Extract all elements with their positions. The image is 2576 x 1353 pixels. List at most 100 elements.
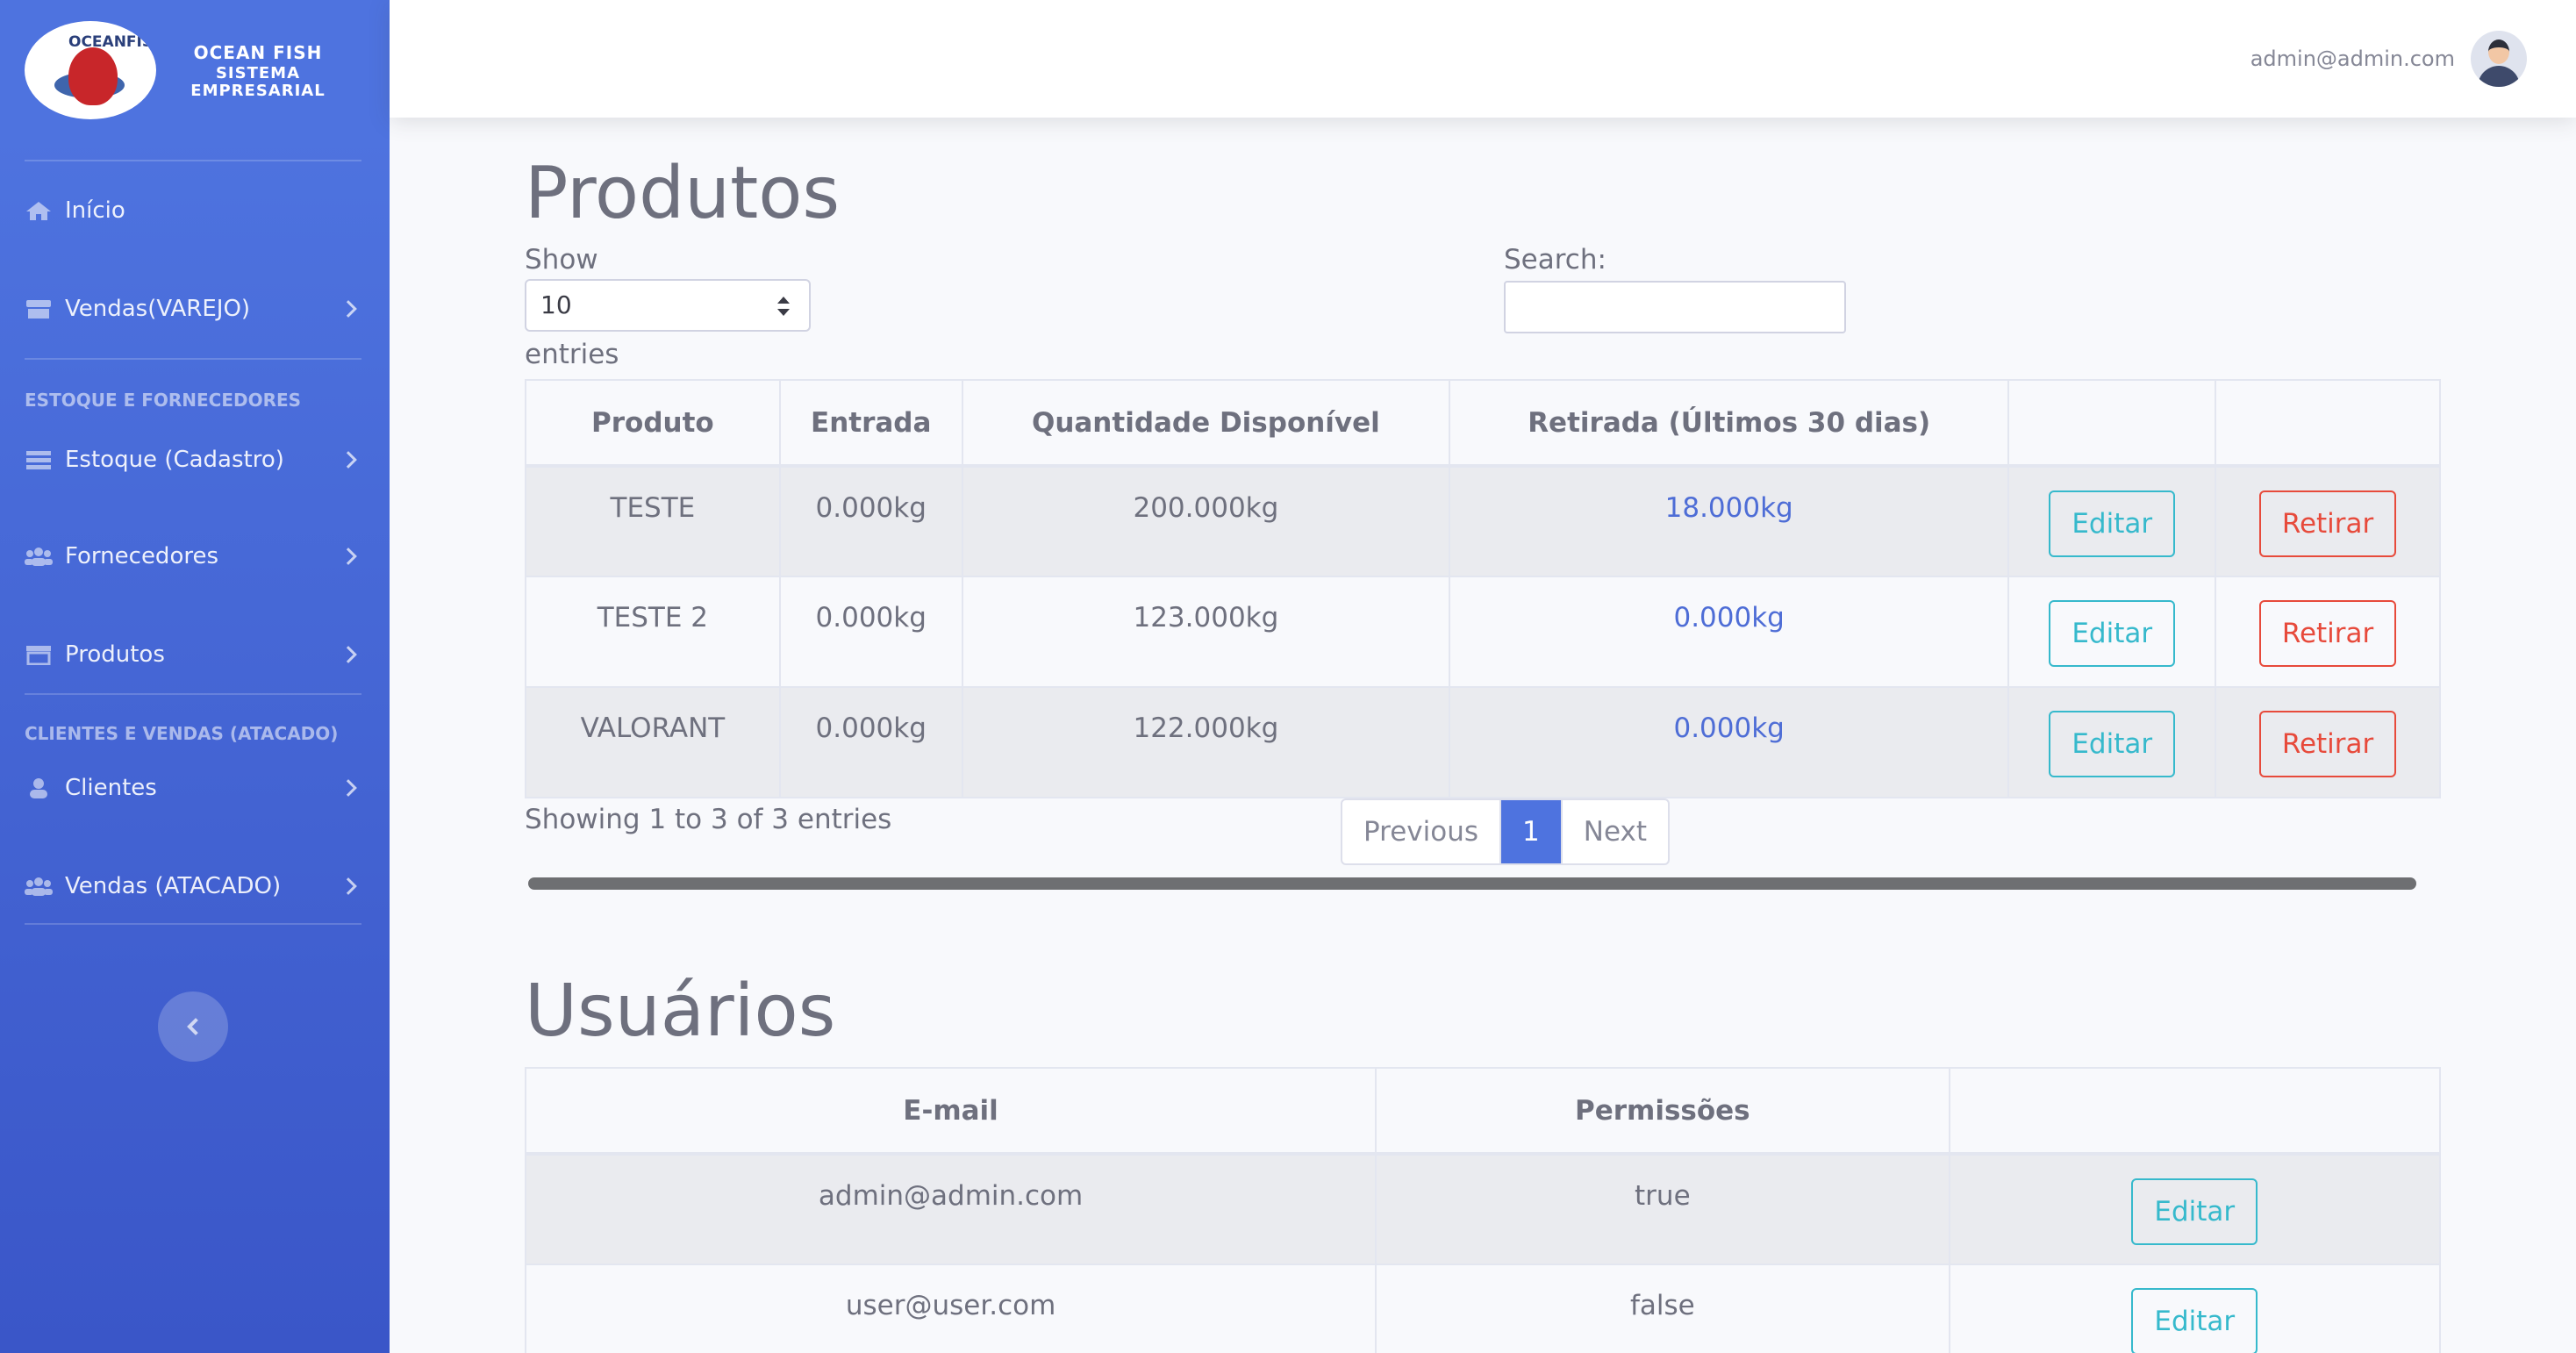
sidebar-divider [25, 923, 361, 925]
table-row: TESTE 2 0.000kg 123.000kg 0.000kg Editar… [525, 576, 2441, 688]
main-content: Produtos Show 10 entries Search: Produto… [524, 118, 2442, 1353]
cell-edit: Editar [2007, 686, 2217, 798]
sidebar-divider [25, 358, 361, 360]
sidebar-item-label: Vendas(VAREJO) [65, 296, 251, 322]
cell-disponivel: 122.000kg [961, 686, 1451, 798]
cell-edit: Editar [1948, 1153, 2442, 1265]
table-row: admin@admin.com true Editar [524, 1153, 2442, 1265]
cell-disponivel: 200.000kg [961, 465, 1451, 577]
column-header [1948, 1067, 2442, 1156]
user-icon [30, 778, 47, 798]
avatar[interactable] [2471, 31, 2527, 87]
column-header[interactable]: Produto [525, 379, 781, 468]
topbar: admin@admin.com [390, 0, 2576, 118]
edit-button[interactable]: Editar [2131, 1288, 2258, 1353]
table-footer: Showing 1 to 3 of 3 entries Previous 1 N… [525, 798, 2441, 890]
chevron-right-icon [340, 451, 357, 469]
cell-perm: true [1375, 1153, 1950, 1265]
sort-down-icon [777, 309, 790, 316]
brand-logo: OCEANFISH [25, 21, 156, 119]
show-label: Show [525, 244, 598, 276]
table-controls: Show 10 entries Search: [525, 230, 2441, 379]
cell-edit: Editar [2007, 576, 2217, 688]
edit-button[interactable]: Editar [2049, 711, 2176, 777]
edit-button[interactable]: Editar [2049, 600, 2176, 667]
sidebar-item-label: Clientes [65, 775, 157, 801]
chevron-right-icon [340, 646, 357, 663]
home-icon [26, 202, 51, 220]
cell-retirar: Retirar [2215, 465, 2441, 577]
page-1-button[interactable]: 1 [1501, 800, 1561, 863]
usuarios-table: E-mail Permissões admin@admin.com true E… [524, 1067, 2442, 1353]
column-header[interactable]: Quantidade Disponível [961, 379, 1451, 468]
cell-email: user@user.com [524, 1264, 1377, 1353]
sidebar-item-label: Início [65, 197, 125, 224]
column-header: E-mail [524, 1067, 1377, 1156]
sidebar: OCEANFISH OCEAN FISH SISTEMA EMPRESARIAL… [0, 0, 390, 1353]
cell-retirar: Retirar [2215, 686, 2441, 798]
store-icon [26, 646, 51, 665]
cell-entrada: 0.000kg [778, 576, 963, 688]
cell-edit: Editar [1948, 1264, 2442, 1353]
section-title-usuarios: Usuários [525, 970, 836, 1053]
retirar-button[interactable]: Retirar [2258, 490, 2397, 557]
sidebar-heading-stock: ESTOQUE E FORNECEDORES [25, 390, 302, 411]
edit-button[interactable]: Editar [2049, 490, 2176, 557]
sidebar-item-inicio[interactable]: Início [0, 161, 390, 260]
pagination: Previous 1 Next [1341, 798, 1670, 865]
cell-perm: false [1375, 1264, 1950, 1353]
search-label: Search: [1504, 244, 1606, 276]
table-row: VALORANT 0.000kg 122.000kg 0.000kg Edita… [525, 686, 2441, 798]
cell-produto: TESTE [525, 465, 781, 577]
sidebar-item-fornecedores[interactable]: Fornecedores [0, 507, 390, 605]
sidebar-item-clientes[interactable]: Clientes [0, 739, 390, 837]
cell-retirada[interactable]: 0.000kg [1449, 576, 2010, 688]
sidebar-divider [25, 693, 361, 695]
sidebar-item-estoque[interactable]: Estoque (Cadastro) [0, 411, 390, 509]
brand[interactable]: OCEANFISH OCEAN FISH SISTEMA EMPRESARIAL [0, 0, 390, 140]
page-title: Produtos [525, 152, 841, 235]
sidebar-heading-clients: CLIENTES E VENDAS (ATACADO) [25, 723, 339, 744]
column-header[interactable]: Retirada (Últimos 30 dias) [1449, 379, 2010, 468]
sidebar-item-produtos[interactable]: Produtos [0, 605, 390, 704]
cell-entrada: 0.000kg [778, 465, 963, 577]
sidebar-item-vendas-atacado[interactable]: Vendas (ATACADO) [0, 837, 390, 935]
cell-produto: TESTE 2 [525, 576, 781, 688]
cell-entrada: 0.000kg [778, 686, 963, 798]
sidebar-item-label: Fornecedores [65, 543, 219, 569]
retirar-button[interactable]: Retirar [2258, 600, 2397, 667]
chevron-right-icon [340, 779, 357, 797]
cell-produto: VALORANT [525, 686, 781, 798]
cell-retirar: Retirar [2215, 576, 2441, 688]
horizontal-scrollbar[interactable] [528, 877, 2416, 890]
sidebar-toggle-button[interactable] [158, 991, 228, 1062]
sidebar-item-vendas-varejo[interactable]: Vendas(VAREJO) [0, 260, 390, 358]
cell-disponivel: 123.000kg [961, 576, 1451, 688]
column-header[interactable]: Entrada [778, 379, 963, 468]
users-icon [25, 877, 53, 896]
cell-edit: Editar [2007, 465, 2217, 577]
brand-logo-text: OCEANFISH [68, 33, 156, 51]
next-page-button[interactable]: Next [1560, 800, 1668, 863]
column-header: Permissões [1375, 1067, 1950, 1156]
users-icon [25, 548, 53, 566]
user-email[interactable]: admin@admin.com [2250, 47, 2455, 71]
chevron-right-icon [340, 548, 357, 565]
list-icon [26, 451, 51, 469]
store-icon [26, 300, 51, 319]
page-size-select[interactable]: 10 [525, 279, 811, 332]
cell-retirada[interactable]: 18.000kg [1449, 465, 2010, 577]
chevron-left-icon [187, 1018, 204, 1035]
table-row: user@user.com false Editar [524, 1264, 2442, 1353]
brand-name: OCEAN FISH SISTEMA EMPRESARIAL [190, 42, 326, 100]
sidebar-item-label: Estoque (Cadastro) [65, 447, 284, 473]
cell-email: admin@admin.com [524, 1153, 1377, 1265]
edit-button[interactable]: Editar [2131, 1178, 2258, 1245]
search-input[interactable] [1504, 281, 1846, 333]
previous-page-button[interactable]: Previous [1342, 800, 1502, 863]
sidebar-item-label: Vendas (ATACADO) [65, 873, 282, 899]
retirar-button[interactable]: Retirar [2258, 711, 2397, 777]
sort-up-icon [777, 297, 790, 304]
cell-retirada[interactable]: 0.000kg [1449, 686, 2010, 798]
table-info: Showing 1 to 3 of 3 entries [525, 804, 892, 835]
